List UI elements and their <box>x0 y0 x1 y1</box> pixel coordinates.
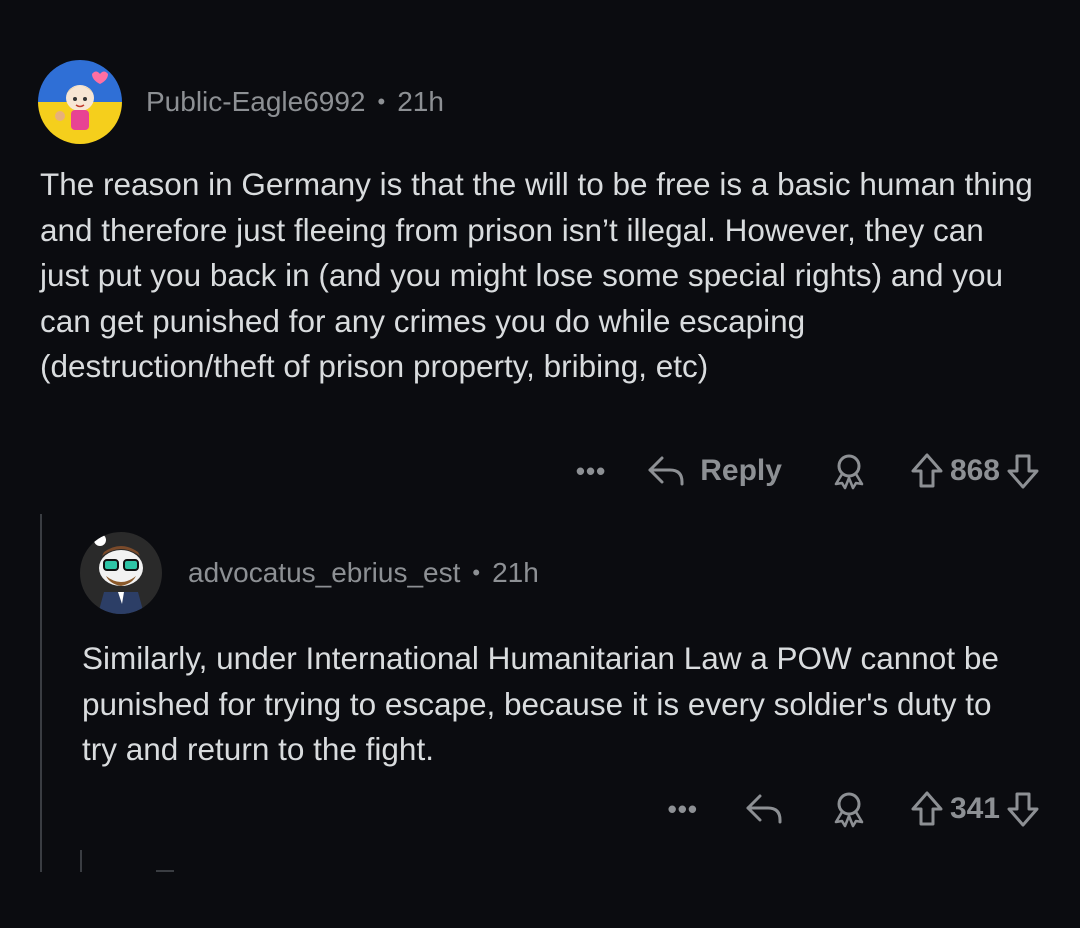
award-button[interactable] <box>830 452 868 490</box>
comment-2-body: Similarly, under International Humanitar… <box>82 640 999 767</box>
reply-label: Reply <box>700 454 782 487</box>
downvote-arrow-icon <box>1006 452 1040 490</box>
upvote-arrow-icon <box>910 790 944 828</box>
user-avatar[interactable] <box>38 60 122 144</box>
more-options-button[interactable]: ••• <box>576 456 606 487</box>
vote-score: 341 <box>949 792 1000 825</box>
more-options-button[interactable]: ••• <box>668 794 698 825</box>
downvote-button[interactable] <box>1006 452 1040 490</box>
award-icon <box>830 452 868 490</box>
reply-button[interactable]: Reply <box>646 454 782 488</box>
author-line: advocatus_ebrius_est • 21h <box>188 557 539 589</box>
vote-score: 868 <box>949 454 1000 487</box>
author-name[interactable]: Public-Eagle6992 <box>146 86 366 118</box>
comment-1-actions: ••• Reply 868 <box>576 452 1040 490</box>
user-avatar[interactable] <box>80 532 162 614</box>
upvote-button[interactable] <box>910 790 944 828</box>
comment-2-actions: ••• 341 <box>668 790 1040 828</box>
thread-line-child <box>80 850 82 872</box>
downvote-button[interactable] <box>1006 790 1040 828</box>
meta-separator: • <box>377 89 386 114</box>
reply-arrow-icon <box>744 792 784 826</box>
downvote-arrow-icon <box>1006 790 1040 828</box>
award-button[interactable] <box>830 790 868 828</box>
thread-stub <box>156 870 174 872</box>
reply-button[interactable] <box>744 792 784 826</box>
comment-2-header: advocatus_ebrius_est • 21h <box>80 532 539 614</box>
comment-time: 21h <box>492 557 539 588</box>
comment-1-header: Public-Eagle6992 • 21h <box>38 60 444 144</box>
comment-time: 21h <box>397 86 444 117</box>
upvote-arrow-icon <box>910 452 944 490</box>
comment-1-body: The reason in Germany is that the will t… <box>40 166 1033 384</box>
upvote-button[interactable] <box>910 452 944 490</box>
author-line: Public-Eagle6992 • 21h <box>146 86 444 118</box>
meta-separator: • <box>472 560 481 585</box>
thread-line[interactable] <box>40 514 42 872</box>
reply-arrow-icon <box>646 454 686 488</box>
award-icon <box>830 790 868 828</box>
author-name[interactable]: advocatus_ebrius_est <box>188 557 460 589</box>
